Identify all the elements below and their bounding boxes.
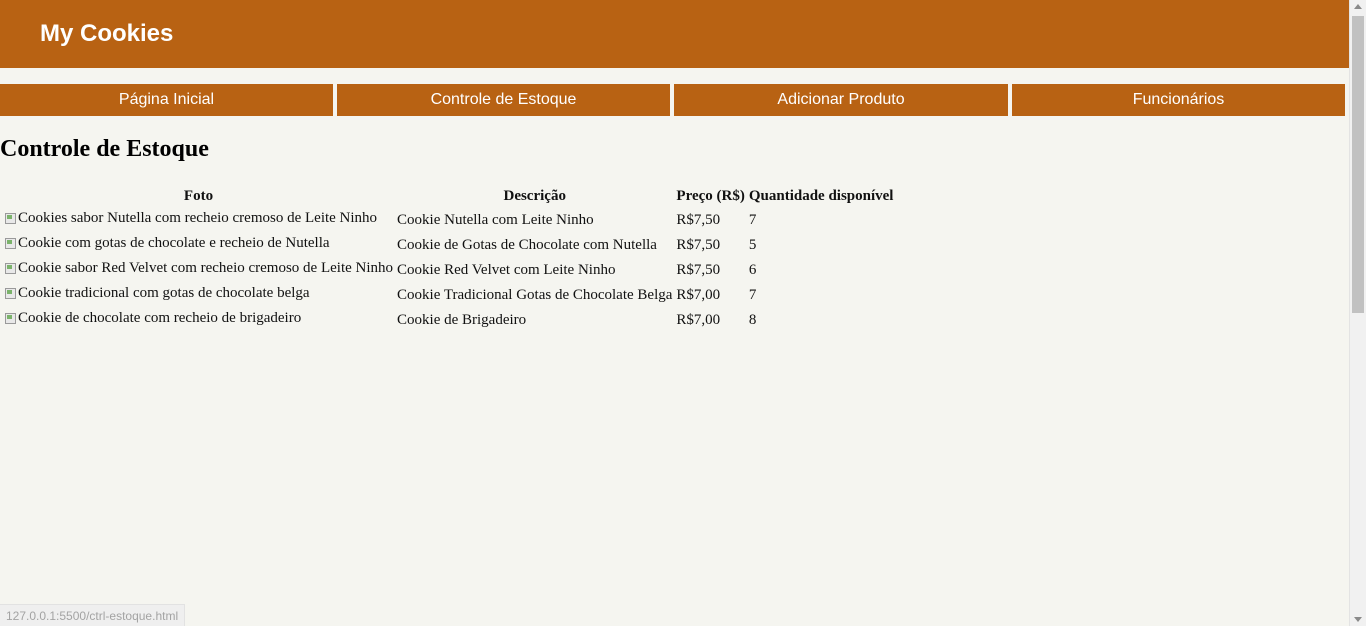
scroll-down-arrow-icon[interactable] [1354,617,1362,622]
price-cell: R$7,00 [676,311,721,328]
broken-image-icon [4,261,16,275]
description-cell: Cookie de Gotas de Chocolate com Nutella [397,236,657,253]
product-image-alt: Cookie tradicional com gotas de chocolat… [18,285,310,301]
column-header-photo: Foto [183,188,214,204]
quantity-cell: 6 [748,261,757,278]
broken-image-icon [4,311,16,325]
table-row: Cookie com gotas de chocolate e recheio … [3,233,894,256]
product-image: Cookies sabor Nutella com recheio cremos… [4,209,377,227]
column-header-price: Preço (R$) [676,188,745,204]
broken-image-icon [4,236,16,250]
product-image: Cookie de chocolate com recheio de briga… [4,309,301,327]
description-cell: Cookie Tradicional Gotas de Chocolate Be… [397,286,673,303]
scroll-up-arrow-icon[interactable] [1354,4,1362,9]
scrollbar-thumb[interactable] [1352,16,1364,313]
photo-cell: Cookie sabor Red Velvet com recheio crem… [3,258,394,281]
table-row: Cookie tradicional com gotas de chocolat… [3,283,894,306]
vertical-scrollbar[interactable] [1349,0,1366,626]
quantity-cell: 8 [748,311,757,328]
price-cell: R$7,50 [676,261,721,278]
photo-cell: Cookies sabor Nutella com recheio cremos… [3,208,394,231]
column-header-description: Descrição [503,188,566,204]
nav-item-controle-de-estoque[interactable]: Controle de Estoque [337,84,670,116]
table-row: Cookies sabor Nutella com recheio cremos… [3,208,894,231]
broken-image-icon [4,286,16,300]
product-image-alt: Cookie sabor Red Velvet com recheio crem… [18,260,394,276]
status-bar-url: 127.0.0.1:5500/ctrl-estoque.html [0,604,186,626]
page-title: Controle de Estoque [0,136,209,162]
broken-image-icon [4,211,16,225]
table-header-row: Foto Descrição Preço (R$) Quantidade dis… [3,186,894,206]
product-image-alt: Cookie com gotas de chocolate e recheio … [18,235,330,251]
column-header-quantity: Quantidade disponível [748,188,894,204]
product-image: Cookie tradicional com gotas de chocolat… [4,284,310,302]
photo-cell: Cookie tradicional com gotas de chocolat… [3,283,394,306]
nav-item-funcionarios[interactable]: Funcionários [1012,84,1345,116]
stock-table: Foto Descrição Preço (R$) Quantidade dis… [1,184,896,333]
main-nav: Página Inicial Controle de Estoque Adici… [0,84,1349,116]
price-cell: R$7,00 [676,286,721,303]
photo-cell: Cookie com gotas de chocolate e recheio … [3,233,394,256]
nav-item-pagina-inicial[interactable]: Página Inicial [0,84,333,116]
quantity-cell: 7 [748,286,757,303]
product-image: Cookie com gotas de chocolate e recheio … [4,234,330,252]
site-brand[interactable]: My Cookies [40,19,173,49]
description-cell: Cookie Red Velvet com Leite Ninho [397,261,616,278]
description-cell: Cookie Nutella com Leite Ninho [397,211,594,228]
site-header: My Cookies [0,0,1349,68]
table-row: Cookie de chocolate com recheio de briga… [3,308,894,331]
product-image-alt: Cookies sabor Nutella com recheio cremos… [18,210,378,226]
table-row: Cookie sabor Red Velvet com recheio crem… [3,258,894,281]
quantity-cell: 7 [748,211,757,228]
nav-item-adicionar-produto[interactable]: Adicionar Produto [674,84,1008,116]
product-image: Cookie sabor Red Velvet com recheio crem… [4,259,393,277]
description-cell: Cookie de Brigadeiro [397,311,527,328]
product-image-alt: Cookie de chocolate com recheio de briga… [18,310,302,326]
photo-cell: Cookie de chocolate com recheio de briga… [3,308,394,331]
price-cell: R$7,50 [676,211,721,228]
price-cell: R$7,50 [676,236,721,253]
quantity-cell: 5 [748,236,757,253]
